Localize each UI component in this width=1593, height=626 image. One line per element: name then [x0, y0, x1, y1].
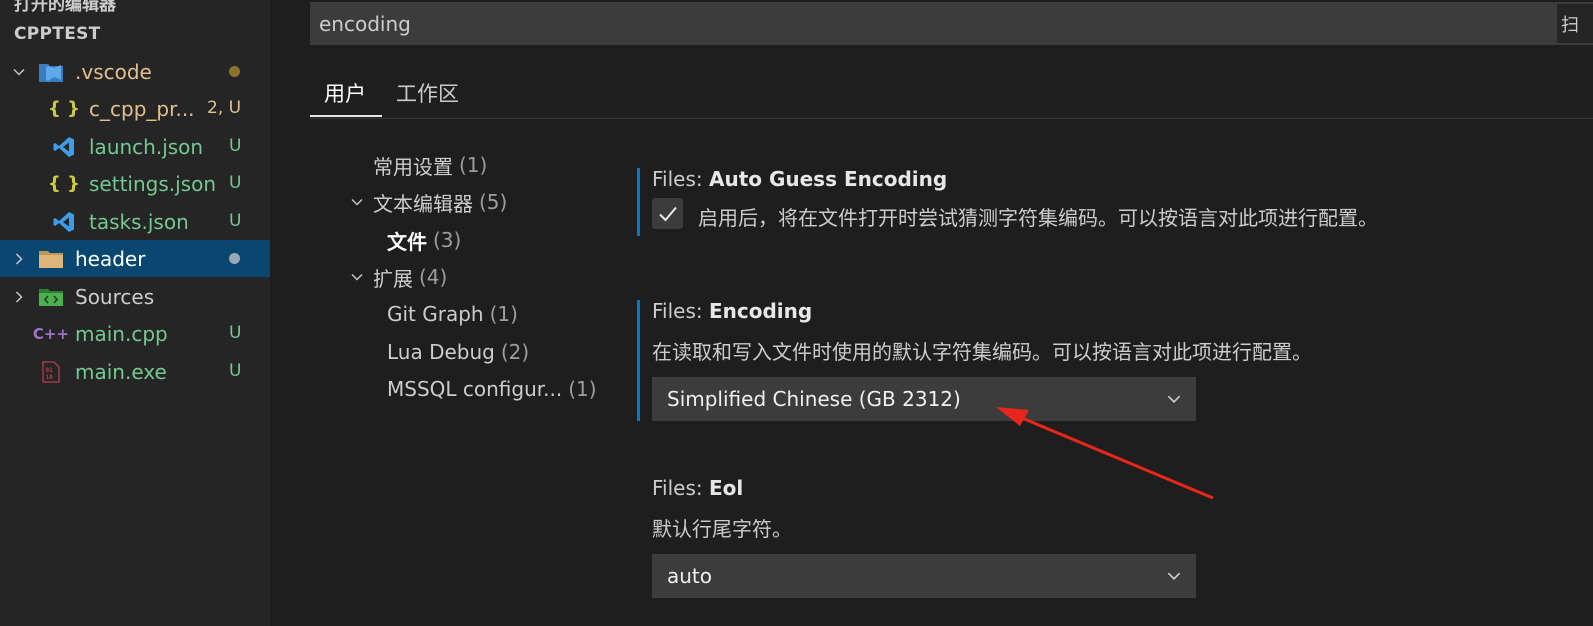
chevron-right-icon — [9, 278, 29, 315]
vscode-folder-icon — [38, 53, 64, 90]
tree-item-label: tasks.json — [89, 209, 189, 234]
toc-item-text-editor[interactable]: 文本编辑器 (5) — [351, 187, 508, 217]
toc-label: 扩展 — [373, 266, 413, 291]
chevron-down-icon — [1167, 395, 1181, 404]
tree-item-tasks-json[interactable]: tasks.json U — [0, 203, 270, 240]
cpp-file-icon: C++ — [32, 324, 70, 343]
setting-title-eol: Files: Eol — [652, 476, 743, 500]
tabs-divider — [310, 118, 1593, 119]
chevron-down-icon — [347, 262, 367, 292]
focused-setting-indicator — [637, 168, 640, 236]
modified-dot — [229, 253, 240, 264]
git-status-badge: U — [229, 173, 242, 193]
eol-select-value: auto — [667, 564, 713, 588]
focused-setting-indicator — [637, 300, 640, 421]
tree-item-label: launch.json — [89, 134, 204, 159]
eol-select[interactable]: auto — [652, 554, 1196, 598]
explorer-sidebar: 打开的编辑器 CPPTEST .vscode { } c_cpp_pr... 2… — [0, 0, 270, 626]
tree-item-label: Sources — [75, 284, 155, 309]
tree-item-main-exe[interactable]: 01 10 main.exe U — [0, 353, 270, 390]
tree-item-label: main.cpp — [75, 321, 168, 346]
checkmark-icon — [658, 206, 677, 221]
toc-count: (1) — [568, 377, 597, 401]
toc-label: MSSQL configur... — [387, 377, 563, 401]
encoding-select-value: Simplified Chinese (GB 2312) — [667, 387, 961, 411]
setting-category: Files: — [652, 167, 709, 191]
modified-dot — [229, 66, 240, 77]
json-braces-icon: { } — [48, 98, 80, 119]
encoding-select[interactable]: Simplified Chinese (GB 2312) — [652, 377, 1196, 421]
tree-item-settings-json[interactable]: { } settings.json U — [0, 165, 270, 202]
setting-title-auto-guess-encoding: Files: Auto Guess Encoding — [652, 167, 947, 191]
vscode-logo-icon — [51, 203, 77, 240]
chevron-right-icon — [9, 240, 29, 277]
tree-item-main-cpp[interactable]: C++ main.cpp U — [0, 315, 270, 352]
toc-label: Git Graph — [387, 302, 484, 326]
tree-item-c-cpp-properties[interactable]: { } c_cpp_pr... 2, U — [0, 90, 270, 127]
auto-guess-encoding-checkbox[interactable] — [652, 198, 683, 229]
search-actions-glyph[interactable]: 扫 — [1557, 4, 1593, 43]
svg-text:01: 01 — [46, 367, 54, 374]
toc-item-mssql[interactable]: MSSQL configur... (1) — [387, 374, 597, 404]
search-value: encoding — [319, 12, 411, 36]
svg-text:10: 10 — [46, 374, 54, 381]
toc-item-files[interactable]: 文件 (3) — [387, 225, 461, 255]
binary-file-icon: 01 10 — [38, 353, 64, 390]
setting-name: Eol — [708, 476, 744, 500]
setting-category: Files: — [652, 299, 709, 323]
toc-label: 文件 — [387, 229, 427, 254]
git-status-badge: 2, U — [207, 98, 242, 118]
chevron-down-icon — [9, 53, 29, 90]
chevron-down-icon — [1167, 572, 1181, 581]
active-tab-underline — [310, 115, 382, 117]
source-folder-icon — [38, 278, 64, 315]
eol-description: 默认行尾字符。 — [652, 517, 792, 541]
encoding-description: 在读取和写入文件时使用的默认字符集编码。可以按语言对此项进行配置。 — [652, 340, 1312, 364]
toc-count: (5) — [479, 190, 508, 214]
toc-label: Lua Debug — [387, 340, 495, 364]
open-editors-header[interactable]: 打开的编辑器 — [14, 0, 116, 15]
git-status-badge: U — [229, 323, 242, 343]
folder-icon — [38, 240, 64, 277]
toc-item-common[interactable]: 常用设置 (1) — [373, 150, 487, 180]
tree-item-label: .vscode — [75, 59, 152, 84]
tree-item-vscode-folder[interactable]: .vscode — [0, 53, 270, 90]
tree-item-header-folder[interactable]: header — [0, 240, 270, 277]
toc-item-extensions[interactable]: 扩展 (4) — [351, 262, 448, 292]
auto-guess-encoding-description: 启用后，将在文件打开时尝试猜测字符集编码。可以按语言对此项进行配置。 — [698, 206, 1378, 230]
git-status-badge: U — [229, 136, 242, 156]
setting-category: Files: — [652, 476, 709, 500]
toc-label: 文本编辑器 — [373, 191, 473, 216]
folder-title[interactable]: CPPTEST — [14, 24, 101, 44]
tab-workspace[interactable]: 工作区 — [396, 78, 459, 108]
tree-item-label: settings.json — [89, 171, 217, 196]
tree-item-launch-json[interactable]: launch.json U — [0, 128, 270, 165]
json-braces-icon: { } — [48, 173, 80, 194]
tree-item-label: c_cpp_pr... — [89, 96, 195, 121]
setting-name: Encoding — [708, 299, 813, 323]
tree-item-label: main.exe — [75, 359, 167, 384]
toc-label: 常用设置 — [373, 154, 453, 179]
chevron-down-icon — [347, 187, 367, 217]
tree-item-sources-folder[interactable]: Sources — [0, 278, 270, 315]
toc-item-git-graph[interactable]: Git Graph (1) — [387, 299, 518, 329]
toc-count: (1) — [459, 153, 488, 177]
settings-search-input[interactable]: encoding 扫 — [310, 2, 1593, 45]
toc-count: (4) — [419, 265, 448, 289]
toc-count: (1) — [489, 302, 518, 326]
setting-name: Auto Guess Encoding — [708, 167, 948, 191]
tab-user[interactable]: 用户 — [324, 78, 366, 108]
vscode-logo-icon — [51, 128, 77, 165]
setting-title-encoding: Files: Encoding — [652, 299, 812, 323]
git-status-badge: U — [229, 361, 242, 381]
toc-count: (2) — [500, 340, 530, 364]
toc-count: (3) — [433, 228, 462, 252]
tree-item-label: header — [75, 246, 146, 271]
toc-item-lua-debug[interactable]: Lua Debug (2) — [387, 337, 529, 367]
git-status-badge: U — [229, 211, 242, 231]
